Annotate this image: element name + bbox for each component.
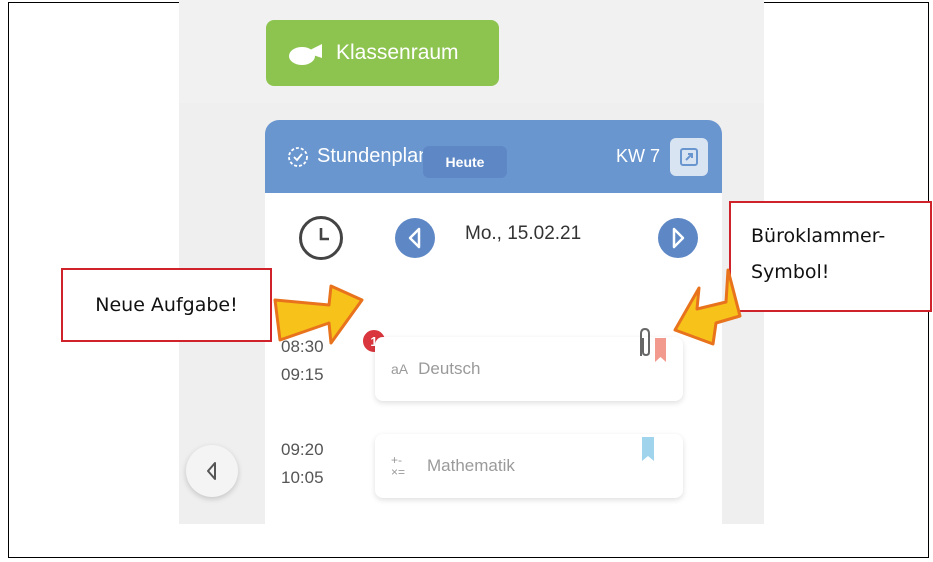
new-task-callout: Neue Aufgabe! xyxy=(61,268,272,342)
lesson-start: 09:20 xyxy=(281,440,324,459)
bookmark-red-icon xyxy=(655,338,666,362)
lesson-start: 08:30 xyxy=(281,337,324,356)
week-label: KW 7 xyxy=(615,146,660,166)
previous-day-button[interactable] xyxy=(395,218,435,258)
video-camera-icon xyxy=(289,44,322,65)
lesson-subject: Deutsch xyxy=(418,359,481,378)
paperclip-text-line2: Symbol! xyxy=(751,261,830,283)
paperclip-callout: Büroklammer- Symbol! xyxy=(729,201,932,312)
date-navigation: Mo., 15.02.21 xyxy=(265,216,722,260)
bookmark-blue-icon xyxy=(642,437,654,461)
classroom-label: Klassenraum xyxy=(336,41,459,64)
lesson-time-2: 09:20 10:05 xyxy=(281,436,324,492)
chevron-right-icon xyxy=(672,227,685,249)
lesson-end: 09:15 xyxy=(281,365,324,384)
chevron-left-icon xyxy=(408,227,421,249)
paperclip-text-line1: Büroklammer- xyxy=(751,225,886,247)
lesson-subject: Mathematik xyxy=(427,456,515,475)
lesson-end: 10:05 xyxy=(281,468,324,487)
lesson-time-1: 08:30 09:15 xyxy=(281,333,324,389)
new-task-text: Neue Aufgabe! xyxy=(95,294,238,316)
paperclip-bookmark xyxy=(640,327,666,362)
open-window-icon xyxy=(680,147,698,166)
next-day-button[interactable] xyxy=(658,218,698,258)
open-external-button[interactable] xyxy=(670,137,708,176)
paperclip-icon xyxy=(640,327,650,357)
chevron-left-icon xyxy=(207,462,216,480)
math-icon: +- ×= xyxy=(391,453,406,479)
classroom-button[interactable]: Klassenraum xyxy=(266,20,499,86)
clock-icon[interactable] xyxy=(299,216,343,260)
today-button[interactable]: Heute xyxy=(423,146,507,178)
app-screenshot: Klassenraum Stundenplan KW 7 Mo., 15.02.… xyxy=(179,0,764,524)
lesson-mathematik[interactable]: +- ×= Mathematik xyxy=(375,434,683,498)
schedule-icon xyxy=(288,146,308,167)
current-date: Mo., 15.02.21 xyxy=(465,223,582,244)
collapse-sidebar-button[interactable] xyxy=(186,445,238,497)
language-icon: aA xyxy=(391,361,409,377)
